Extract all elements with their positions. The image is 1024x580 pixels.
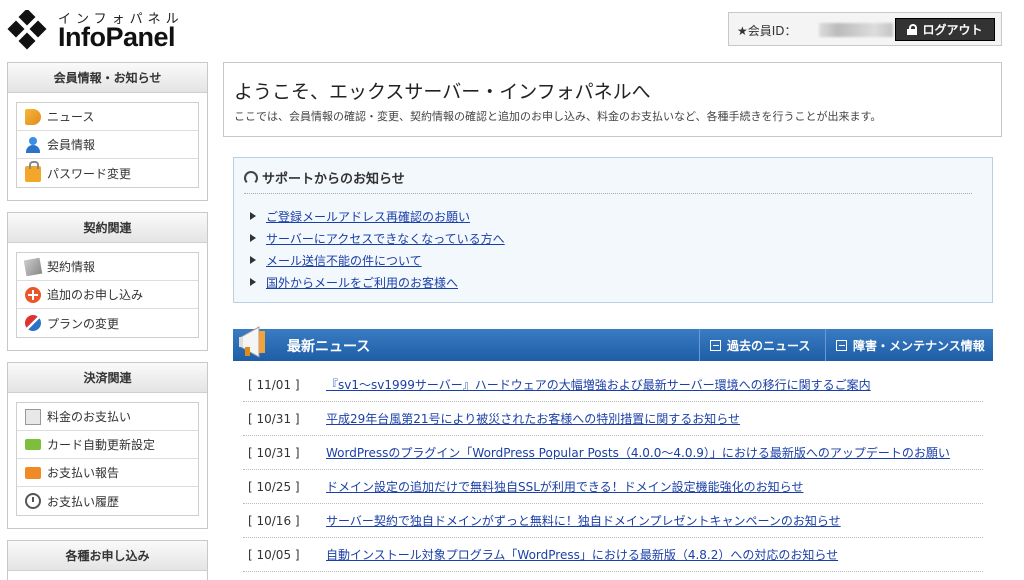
welcome-panel: ようこそ、エックスサーバー・インフォパネルへ ここでは、会員情報の確認・変更、契… <box>223 62 1002 137</box>
support-link[interactable]: 国外からメールをご利用のお客様へ <box>266 274 458 291</box>
sidebar-section-member: 会員情報・お知らせ ニュース 会員情報 パスワード変更 <box>7 62 208 201</box>
external-arrow-icon <box>836 339 847 351</box>
news-list: [ 11/01 ] 『sv1〜sv1999サーバー』ハードウェアの大幅増強および… <box>243 368 983 572</box>
triangle-bullet-icon <box>250 212 256 220</box>
news-row: [ 10/05 ] 自動インストール対象プログラム「WordPress」における… <box>243 538 983 572</box>
logo-name: InfoPanel <box>58 22 176 52</box>
support-link[interactable]: サーバーにアクセスできなくなっている方へ <box>266 230 505 247</box>
sidebar-section-applications: 各種お申し込み <box>7 540 208 580</box>
sidebar-item-label: お支払い報告 <box>47 466 120 480</box>
history-icon <box>25 493 41 509</box>
sidebar-item-contract-info[interactable]: 契約情報 <box>17 253 198 281</box>
support-list: ご登録メールアドレス再確認のお願い サーバーにアクセスできなくなっている方へ メ… <box>250 205 505 293</box>
news-date: [ 10/25 ] <box>248 479 300 494</box>
sidebar-section-title: 決済関連 <box>8 363 207 393</box>
list-item: ご登録メールアドレス再確認のお願い <box>250 205 505 227</box>
support-heading: サポートからのお知らせ <box>244 168 405 187</box>
triangle-bullet-icon <box>250 278 256 286</box>
news-row: [ 11/01 ] 『sv1〜sv1999サーバー』ハードウェアの大幅増強および… <box>243 368 983 402</box>
sidebar-item-label: 会員情報 <box>47 138 96 152</box>
sidebar-list: ニュース 会員情報 パスワード変更 <box>16 102 199 188</box>
list-item: メール送信不能の件について <box>250 249 505 271</box>
divider <box>244 193 972 194</box>
sidebar-item-label: 追加のお申し込み <box>47 288 144 302</box>
news-link[interactable]: WordPressのプラグイン「WordPress Popular Posts（… <box>326 444 950 461</box>
news-link[interactable]: 『sv1〜sv1999サーバー』ハードウェアの大幅増強および最新サーバー環境への… <box>326 376 871 393</box>
sidebar-item-payment-history[interactable]: お支払い履歴 <box>17 487 198 515</box>
sidebar-item-payment-report[interactable]: お支払い報告 <box>17 459 198 487</box>
bill-icon <box>25 408 41 425</box>
list-item: サーバーにアクセスできなくなっている方へ <box>250 227 505 249</box>
headset-icon <box>244 170 258 185</box>
news-link[interactable]: 自動インストール対象プログラム「WordPress」における最新版（4.8.2）… <box>326 546 838 563</box>
news-link[interactable]: ドメイン設定の追加だけで無料独自SSLが利用できる！ドメイン設定機能強化のお知ら… <box>326 478 803 495</box>
sidebar-section-title: 会員情報・お知らせ <box>8 63 207 93</box>
external-arrow-icon <box>710 339 721 351</box>
report-icon <box>25 466 41 479</box>
member-id-label: ★会員ID： <box>737 24 797 38</box>
news-row: [ 10/31 ] 平成29年台風第21号により被災されたお客様への特別措置に関… <box>243 402 983 436</box>
tab-past-news[interactable]: 過去のニュース <box>699 329 825 361</box>
sidebar-list: 料金のお支払い カード自動更新設定 お支払い報告 お支払い履歴 <box>16 402 199 516</box>
tab-maintenance[interactable]: 障害・メンテナンス情報 <box>825 329 993 361</box>
card-icon <box>25 439 41 450</box>
sidebar-item-label: お支払い履歴 <box>47 494 120 509</box>
page-title: ようこそ、エックスサーバー・インフォパネルへ <box>234 81 651 103</box>
news-title: 最新ニュース <box>287 339 371 355</box>
news-date: [ 10/31 ] <box>248 445 300 460</box>
plan-change-icon <box>25 315 41 331</box>
sidebar-item-news[interactable]: ニュース <box>17 103 198 131</box>
logout-label: ログアウト <box>922 23 983 37</box>
list-item: 国外からメールをご利用のお客様へ <box>250 271 505 293</box>
sidebar-item-label: 料金のお支払い <box>47 410 132 424</box>
news-date: [ 11/01 ] <box>248 377 300 392</box>
sidebar-item-pay-fee[interactable]: 料金のお支払い <box>17 403 198 431</box>
sidebar-item-label: ニュース <box>47 110 95 124</box>
sidebar-section-contract: 契約関連 契約情報 追加のお申し込み プランの変更 <box>7 212 208 351</box>
sidebar-item-member-info[interactable]: 会員情報 <box>17 131 198 159</box>
news-link[interactable]: サーバー契約で独自ドメインがずっと無料に！独自ドメインプレゼントキャンペーンのお… <box>326 512 841 529</box>
sidebar-section-title: 契約関連 <box>8 213 207 243</box>
lock-icon <box>907 24 918 35</box>
tab-label: 障害・メンテナンス情報 <box>853 338 985 353</box>
page-description: ここでは、会員情報の確認・変更、契約情報の確認と追加のお申し込み、料金のお支払い… <box>234 110 882 123</box>
news-date: [ 10/05 ] <box>248 547 300 562</box>
sidebar-list: 契約情報 追加のお申し込み プランの変更 <box>16 252 199 338</box>
member-id-box: ★会員ID： ログアウト <box>728 12 1002 46</box>
support-link[interactable]: メール送信不能の件について <box>266 252 422 269</box>
tab-label: 過去のニュース <box>727 338 811 353</box>
news-icon <box>25 108 41 125</box>
triangle-bullet-icon <box>250 256 256 264</box>
logout-button[interactable]: ログアウト <box>895 18 995 41</box>
news-date: [ 10/16 ] <box>248 513 300 528</box>
news-row: [ 10/25 ] ドメイン設定の追加だけで無料独自SSLが利用できる！ドメイン… <box>243 470 983 504</box>
support-link[interactable]: ご登録メールアドレス再確認のお願い <box>266 208 470 225</box>
diamonds-logo-icon <box>7 10 47 50</box>
infopanel-logo[interactable]: インフォパネル InfoPanel <box>6 6 196 52</box>
support-notice-panel: サポートからのお知らせ ご登録メールアドレス再確認のお願い サーバーにアクセスで… <box>233 157 993 303</box>
news-date: [ 10/31 ] <box>248 411 300 426</box>
triangle-bullet-icon <box>250 234 256 242</box>
sidebar-item-card-auto-renew[interactable]: カード自動更新設定 <box>17 431 198 459</box>
contract-icon <box>23 257 43 276</box>
sidebar-item-label: パスワード変更 <box>47 166 132 181</box>
megaphone-icon <box>239 326 265 358</box>
news-row: [ 10/31 ] WordPressのプラグイン「WordPress Popu… <box>243 436 983 470</box>
sidebar-section-title: 各種お申し込み <box>8 541 207 571</box>
member-id-redacted <box>819 23 893 37</box>
news-link[interactable]: 平成29年台風第21号により被災されたお客様への特別措置に関するお知らせ <box>326 410 740 427</box>
sidebar-item-password[interactable]: パスワード変更 <box>17 159 198 187</box>
sidebar-item-add-order[interactable]: 追加のお申し込み <box>17 281 198 309</box>
sidebar-section-payment: 決済関連 料金のお支払い カード自動更新設定 お支払い報告 お支払い履歴 <box>7 362 208 529</box>
sidebar-item-label: プランの変更 <box>47 316 120 331</box>
user-icon <box>25 136 41 153</box>
support-title: サポートからのお知らせ <box>262 172 405 187</box>
news-header-bar: 最新ニュース 過去のニュース 障害・メンテナンス情報 <box>233 326 993 361</box>
sidebar-item-label: カード自動更新設定 <box>47 438 156 452</box>
add-icon <box>25 286 41 303</box>
sidebar-item-label: 契約情報 <box>47 260 96 274</box>
sidebar-item-plan-change[interactable]: プランの変更 <box>17 309 198 337</box>
news-row: [ 10/16 ] サーバー契約で独自ドメインがずっと無料に！独自ドメインプレゼ… <box>243 504 983 538</box>
lock-icon <box>25 161 41 182</box>
